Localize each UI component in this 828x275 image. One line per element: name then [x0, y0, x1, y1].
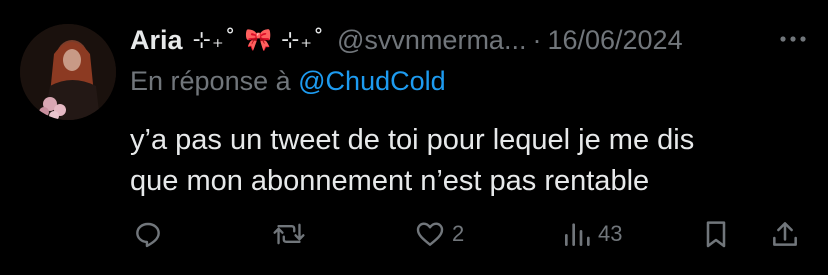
name-decoration: ⊹₊˚ 🎀 ⊹₊˚: [192, 27, 326, 53]
reply-prefix: En réponse à: [130, 66, 291, 96]
retweet-button[interactable]: [272, 214, 306, 254]
bookmark-button[interactable]: [702, 214, 730, 254]
action-bar: 2 43: [0, 214, 828, 254]
avatar[interactable]: [20, 24, 116, 120]
retweet-icon: [273, 223, 305, 245]
tweet-date[interactable]: 16/06/2024: [547, 25, 682, 56]
tweet-text: y’a pas un tweet de toi pour lequel je m…: [130, 120, 790, 202]
share-button[interactable]: [770, 214, 800, 254]
like-button[interactable]: 2: [414, 214, 464, 254]
views-icon: [565, 223, 590, 246]
tweet[interactable]: Aria ⊹₊˚ 🎀 ⊹₊˚ @svvnmerma... · 16/06/202…: [0, 0, 828, 275]
more-button[interactable]: [776, 26, 810, 52]
separator-dot: ·: [532, 24, 542, 55]
reply-icon: [136, 222, 160, 248]
reply-context: En réponse à @ChudCold: [130, 66, 446, 97]
like-count: 2: [452, 221, 465, 246]
avatar-image: [20, 24, 116, 120]
tweet-text-line: y’a pas un tweet de toi pour lequel je m…: [130, 124, 695, 156]
share-icon: [773, 222, 797, 246]
display-name[interactable]: Aria: [130, 25, 183, 56]
more-horizontal-icon: [780, 36, 806, 42]
user-handle[interactable]: @svvnmerma...: [337, 25, 526, 56]
tweet-text-line: que mon abonnement n’est pas rentable: [130, 165, 650, 197]
tweet-header: Aria ⊹₊˚ 🎀 ⊹₊˚ @svvnmerma... · 16/06/202…: [130, 22, 683, 58]
views-button[interactable]: 43: [562, 214, 622, 254]
reply-button[interactable]: [132, 214, 164, 254]
view-count: 43: [598, 221, 623, 246]
heart-icon: [416, 222, 444, 246]
bookmark-icon: [706, 221, 726, 248]
reply-mention-link[interactable]: @ChudCold: [298, 66, 446, 96]
